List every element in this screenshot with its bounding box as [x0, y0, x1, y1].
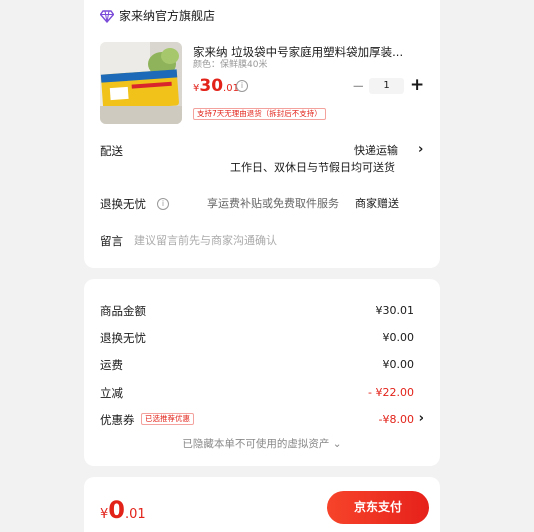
- returns-gift-text: 商家赠送: [355, 197, 399, 210]
- discount-label: 立减: [100, 386, 123, 400]
- freight-value: ¥0.00: [382, 358, 415, 371]
- product-title[interactable]: 家来纳 垃圾袋中号家庭用塑料袋加厚装...: [193, 45, 423, 59]
- product-price: ¥30.01: [193, 77, 239, 98]
- subtotal-label: 商品金额: [100, 304, 146, 318]
- quantity-input[interactable]: 1: [369, 78, 404, 94]
- return-policy-tag: 支持7天无理由退货（拆封后不支持）: [193, 108, 326, 120]
- shipping-method[interactable]: 快递运输: [354, 144, 398, 158]
- message-input[interactable]: 建议留言前先与商家沟通确认: [134, 234, 277, 248]
- shipping-schedule[interactable]: 工作日、双休日与节假日均可送货: [230, 161, 395, 175]
- total-integer: 0: [108, 496, 125, 524]
- total-decimal: .01: [124, 507, 146, 522]
- coupon-label: 优惠券: [100, 413, 135, 427]
- shipping-label: 配送: [100, 144, 123, 158]
- product-spec[interactable]: 颜色：保鲜膜40米: [193, 60, 267, 71]
- hidden-assets-note[interactable]: 已隐藏本单不可使用的虚拟资产 ⌄: [84, 437, 440, 451]
- total-price: ¥0.01: [100, 497, 146, 528]
- checkout-bar: ¥0.01 京东支付: [84, 477, 440, 532]
- order-item-card: 家来纳官方旗舰店 家来纳 垃圾袋中号家庭用塑料袋加厚装... 颜色：保鲜膜40米…: [84, 0, 440, 268]
- returns-fee-label: 退换无忧: [100, 331, 146, 345]
- freight-label: 运费: [100, 358, 123, 372]
- chevron-right-icon[interactable]: ›: [418, 143, 423, 157]
- product-thumbnail[interactable]: [100, 42, 182, 124]
- quantity-plus-button[interactable]: +: [410, 75, 424, 95]
- returns-description: 享运费补贴或免费取件服务: [207, 197, 339, 210]
- price-integer: 30: [199, 76, 224, 96]
- store-diamond-icon: [100, 10, 114, 23]
- price-summary-card: 商品金额 ¥30.01 退换无忧 ¥0.00 运费 ¥0.00 立减 - ¥22…: [84, 279, 440, 466]
- discount-value: - ¥22.00: [368, 386, 414, 399]
- subtotal-value: ¥30.01: [375, 304, 415, 317]
- coupon-tag: 已选推荐优惠: [141, 413, 194, 425]
- returns-fee-value: ¥0.00: [382, 331, 415, 344]
- price-info-icon[interactable]: i: [236, 80, 248, 92]
- returns-info-icon[interactable]: i: [157, 198, 169, 210]
- chevron-right-icon[interactable]: ›: [419, 412, 424, 426]
- store-name[interactable]: 家来纳官方旗舰店: [119, 9, 215, 23]
- coupon-value[interactable]: -¥8.00: [379, 413, 414, 427]
- quantity-minus-button[interactable]: −: [352, 77, 365, 95]
- pay-button[interactable]: 京东支付: [327, 491, 429, 524]
- returns-label: 退换无忧: [100, 197, 146, 211]
- message-label: 留言: [100, 234, 123, 248]
